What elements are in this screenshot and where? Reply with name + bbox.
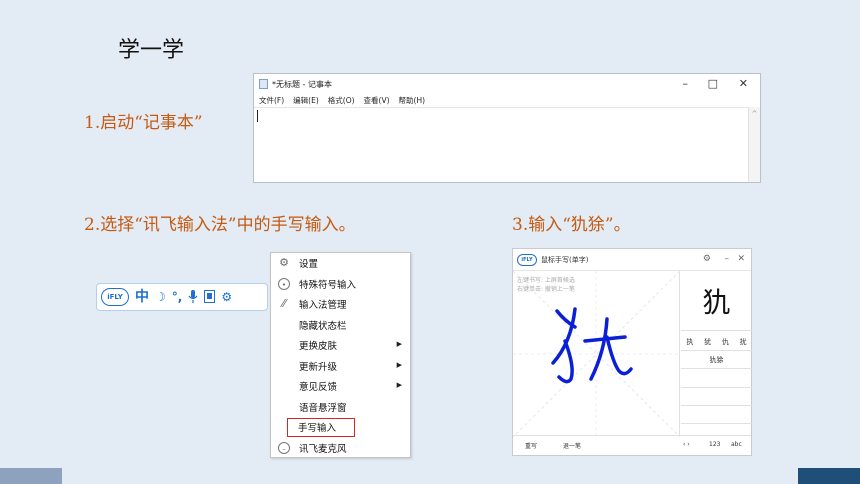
notepad-icon bbox=[259, 79, 268, 89]
punctuation-icon[interactable]: °, bbox=[172, 291, 183, 303]
menu-item-voice-float[interactable]: 语音悬浮窗 bbox=[271, 397, 410, 418]
rewrite-button[interactable]: 重写 bbox=[525, 441, 537, 450]
handwriting-title: 鼠标手写(单字) bbox=[541, 255, 589, 264]
submenu-arrow-icon: ▶ bbox=[396, 381, 402, 389]
footer-bar-left bbox=[0, 468, 62, 484]
menu-file[interactable]: 文件(F) bbox=[259, 95, 284, 106]
submenu-arrow-icon: ▶ bbox=[396, 360, 402, 369]
menu-format[interactable]: 格式(O) bbox=[328, 95, 355, 106]
menu-item-label: 意见反馈 bbox=[299, 382, 338, 394]
mic-circle-icon: – bbox=[278, 441, 290, 454]
menu-edit[interactable]: 编辑(E) bbox=[293, 95, 319, 106]
menu-item-settings[interactable]: ⚙ 设置 bbox=[271, 253, 410, 274]
candidate-2[interactable]: 犹 bbox=[704, 337, 711, 347]
ifly-logo: iFLY bbox=[101, 288, 129, 306]
menu-item-update[interactable]: 更新升级 ▶ bbox=[271, 356, 410, 377]
notepad-title: *无标题 - 记事本 bbox=[272, 79, 332, 89]
close-button[interactable]: ✕ bbox=[737, 254, 745, 264]
candidate-main[interactable]: 犰 bbox=[681, 271, 752, 331]
candidate-1[interactable]: 执 bbox=[686, 337, 693, 347]
number-mode-button[interactable]: 123 bbox=[709, 441, 720, 448]
notepad-text-area[interactable] bbox=[254, 107, 748, 182]
handwriting-toolbar: 重写 退一笔 ‹ › 123 abc bbox=[513, 435, 751, 455]
menu-item-label: 讯飞麦克风 bbox=[299, 443, 347, 455]
menu-item-label: 特殊符号输入 bbox=[299, 279, 357, 291]
menu-item-feedback[interactable]: 意见反馈 ▶ bbox=[271, 376, 410, 397]
candidate-divider bbox=[681, 387, 752, 388]
minimize-button[interactable]: – bbox=[683, 77, 689, 90]
handwriting-window: iFLY 鼠标手写(单字) ⚙ – ✕ 左键书写: 上屏首候选 右键单击: 撤销… bbox=[512, 248, 752, 456]
candidate-row: 执 犹 仇 扰 bbox=[681, 333, 752, 351]
menu-item-label: 输入法管理 bbox=[299, 300, 347, 312]
notepad-titlebar[interactable]: *无标题 - 记事本 – □ ✕ bbox=[254, 74, 760, 94]
footer-bar-right bbox=[798, 468, 860, 484]
text-caret bbox=[257, 110, 258, 122]
moon-icon[interactable]: ☽ bbox=[155, 291, 166, 303]
menu-item-label: 更换皮肤 bbox=[299, 341, 338, 353]
step-1-text: 1.启动“记事本” bbox=[84, 113, 203, 133]
microphone-icon[interactable] bbox=[188, 289, 198, 305]
close-button[interactable]: ✕ bbox=[739, 77, 748, 90]
manage-icon: ⁄⁄ bbox=[282, 297, 286, 310]
menu-item-label: 手写输入 bbox=[298, 423, 337, 435]
menu-item-label: 语音悬浮窗 bbox=[299, 402, 347, 414]
candidate-divider bbox=[681, 405, 752, 406]
menu-item-label: 更新升级 bbox=[299, 361, 338, 373]
handwriting-canvas[interactable]: 左键书写: 上屏首候选 右键单击: 撤销上一笔 bbox=[513, 271, 680, 437]
handwriting-titlebar[interactable]: iFLY 鼠标手写(单字) ⚙ – ✕ bbox=[513, 249, 751, 271]
step-2-text: 2.选择“讯飞输入法”中的手写输入。 bbox=[84, 215, 356, 235]
chinese-mode-icon[interactable]: 中 bbox=[135, 290, 149, 304]
menu-item-label: 隐藏状态栏 bbox=[299, 320, 347, 332]
scroll-up-icon[interactable]: ^ bbox=[749, 110, 760, 118]
submenu-arrow-icon: ▶ bbox=[396, 340, 402, 348]
menu-item-ime-manage[interactable]: ⁄⁄ 输入法管理 bbox=[271, 294, 410, 315]
menu-view[interactable]: 查看(V) bbox=[364, 95, 390, 106]
candidate-3[interactable]: 仇 bbox=[722, 337, 729, 347]
menu-item-label: 设置 bbox=[299, 259, 319, 271]
step-3-text: 3.输入“犰狳”。 bbox=[512, 215, 631, 235]
stroke-drawing bbox=[513, 271, 680, 437]
ifly-logo: iFLY bbox=[517, 253, 537, 266]
notepad-menubar: 文件(F) 编辑(E) 格式(O) 查看(V) 帮助(H) bbox=[254, 94, 760, 106]
slide: 学一学 1.启动“记事本” 2.选择“讯飞输入法”中的手写输入。 3.输入“犰狳… bbox=[0, 0, 860, 484]
minimize-button[interactable]: – bbox=[725, 254, 730, 264]
menu-item-handwriting[interactable]: 手写输入 bbox=[286, 417, 356, 438]
page-title: 学一学 bbox=[118, 38, 185, 63]
letter-mode-button[interactable]: abc bbox=[731, 441, 742, 448]
menu-item-microphone[interactable]: – 讯飞麦克风 bbox=[271, 438, 410, 459]
keyboard-icon[interactable] bbox=[204, 289, 216, 305]
maximize-button[interactable]: □ bbox=[708, 77, 718, 90]
page-nav-button[interactable]: ‹ › bbox=[683, 441, 690, 448]
ime-status-bar[interactable]: iFLY 中 ☽ °, ⚙ bbox=[96, 283, 268, 311]
ime-context-menu: ⚙ 设置 • 特殊符号输入 ⁄⁄ 输入法管理 隐藏状态栏 更换皮肤 ▶ 更新升级… bbox=[270, 252, 411, 458]
menu-item-hide-statusbar[interactable]: 隐藏状态栏 bbox=[271, 315, 410, 336]
menu-help[interactable]: 帮助(H) bbox=[399, 95, 426, 106]
notepad-window: *无标题 - 记事本 – □ ✕ 文件(F) 编辑(E) 格式(O) 查看(V)… bbox=[253, 73, 761, 183]
menu-item-special-symbols[interactable]: • 特殊符号输入 bbox=[271, 274, 410, 295]
candidate-divider bbox=[681, 423, 752, 424]
candidate-word[interactable]: 犰狳 bbox=[681, 351, 752, 369]
circle-icon: • bbox=[278, 277, 290, 290]
vertical-scrollbar[interactable]: ^ bbox=[748, 107, 760, 182]
gear-icon[interactable]: ⚙ bbox=[703, 254, 711, 264]
gear-icon[interactable]: ⚙ bbox=[221, 291, 232, 303]
gear-icon: ⚙ bbox=[279, 256, 289, 269]
menu-item-change-skin[interactable]: 更换皮肤 ▶ bbox=[271, 335, 410, 356]
undo-stroke-button[interactable]: 退一笔 bbox=[563, 441, 581, 450]
candidate-4[interactable]: 扰 bbox=[740, 337, 747, 347]
